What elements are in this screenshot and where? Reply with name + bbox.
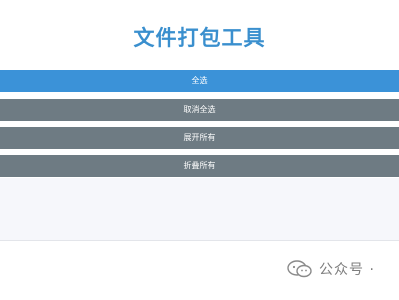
page-title: 文件打包工具 <box>133 26 266 50</box>
deselect-all-button[interactable]: 取消全选 <box>0 99 399 121</box>
select-all-button[interactable]: 全选 <box>0 70 399 92</box>
collapse-all-button[interactable]: 折叠所有 <box>0 155 399 177</box>
expand-all-button[interactable]: 展开所有 <box>0 127 399 149</box>
wechat-icon <box>287 260 312 278</box>
watermark: 公众号 · <box>287 258 375 280</box>
watermark-text: 公众号 · <box>319 262 375 278</box>
file-tree-panel <box>0 178 399 241</box>
